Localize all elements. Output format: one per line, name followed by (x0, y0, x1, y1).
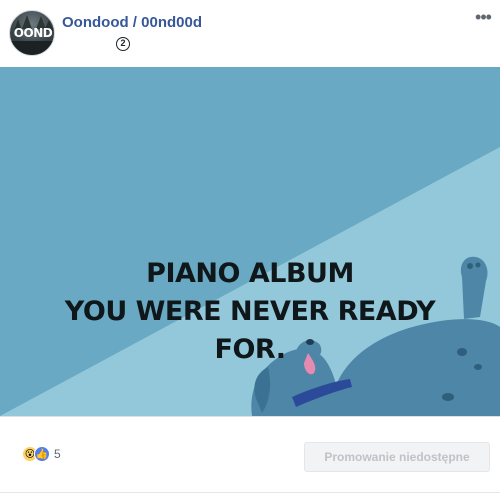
promote-button[interactable]: Promowanie niedostępne (304, 442, 490, 472)
page-name-link[interactable]: Oondood / 00nd00d (62, 14, 202, 31)
globe-icon[interactable]: 2 (116, 37, 130, 51)
post-header: OOND Oondood / 00nd00d 2 ••• (0, 0, 500, 66)
image-headline: PIANO ALBUM YOU WERE NEVER READY FOR. (0, 255, 500, 369)
avatar-label: OOND (13, 26, 53, 40)
page-avatar[interactable]: OOND (9, 10, 55, 56)
ellipsis-icon[interactable]: ••• (472, 8, 494, 28)
reaction-count[interactable]: 5 (54, 447, 61, 461)
footer-divider (0, 492, 500, 493)
headline-line-2: YOU WERE NEVER READY (64, 296, 436, 327)
headline-line-1: PIANO ALBUM (146, 258, 354, 289)
post-image[interactable]: PIANO ALBUM YOU WERE NEVER READY FOR. (0, 67, 500, 416)
like-icon: 👍 (34, 446, 50, 462)
headline-line-3: FOR. (214, 334, 286, 365)
